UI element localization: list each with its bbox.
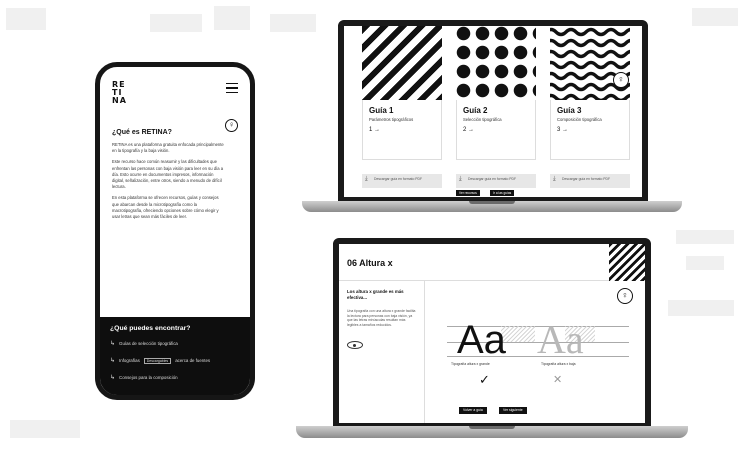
guide-card-1[interactable]: Guía 1 Parámetros tipográficos 1 → — [362, 26, 442, 168]
dots-pattern — [456, 26, 536, 100]
guide-title: Guía 1 — [369, 106, 394, 115]
list-item[interactable]: ↳ Consejos para la composición — [110, 374, 240, 381]
sidebar: Los altura x grande es más efectiva... U… — [339, 281, 425, 423]
arrow-icon: ↳ — [110, 375, 116, 381]
download-pdf-button[interactable]: Descargar guía en formato PDF — [362, 174, 442, 188]
caption-left: Tipografía altura x grande — [451, 362, 490, 366]
resources-button[interactable]: Ver recursos — [456, 190, 480, 196]
sidebar-text: Una tipografía con una altura x grande f… — [347, 309, 416, 327]
guide-card-3[interactable]: Guía 3 Composición tipográfica 3 → — [550, 26, 630, 168]
section-title: ¿Qué puedes encontrar? — [110, 325, 191, 332]
guide-link[interactable]: 2 → — [463, 127, 529, 133]
guide-title: Guía 2 — [463, 106, 488, 115]
eye-icon[interactable] — [347, 341, 363, 350]
next-button[interactable]: Ver siguiente — [499, 407, 527, 414]
list-item[interactable]: ↳ Infografías Descargables acerca de fuente… — [110, 357, 240, 364]
guides-button[interactable]: Ir a las guías — [490, 190, 515, 196]
download-pdf-button[interactable]: Descargar guía en formato PDF — [456, 174, 536, 188]
x-height-comparison: Aa Aa — [447, 310, 629, 370]
page-title: 06 Altura x — [347, 258, 393, 268]
sidebar-heading: Los altura x grande es más efectiva... — [347, 289, 404, 300]
sample-sans: Aa — [457, 318, 506, 362]
retina-logo[interactable]: RE TI NA — [112, 81, 240, 105]
arrow-icon: ↳ — [110, 341, 116, 347]
accessibility-icon[interactable]: ♀ — [225, 119, 238, 132]
page-header: 06 Altura x — [339, 244, 645, 281]
guide-title: Guía 3 — [557, 106, 582, 115]
accessibility-icon[interactable]: ♀ — [613, 72, 629, 88]
check-icon: ✓ — [479, 372, 490, 387]
guide-link[interactable]: 3 → — [557, 127, 623, 133]
guide-card-2[interactable]: Guía 2 Selección tipográfica 2 → — [456, 26, 536, 168]
intro-text: RETINA es una plataforma gratuita enfoca… — [112, 142, 224, 225]
menu-icon[interactable] — [226, 83, 238, 96]
accessibility-icon[interactable]: ♀ — [617, 288, 633, 304]
tag-pill: Descargables — [143, 357, 172, 364]
guide-subtitle: Selección tipográfica — [463, 117, 502, 122]
caption-right: Tipografía altura x baja — [541, 362, 576, 366]
phone-header: RE TI NA — [112, 81, 240, 117]
laptop-base — [296, 426, 688, 438]
back-button[interactable]: Volver a guía — [459, 407, 487, 414]
guide-link[interactable]: 1 → — [369, 127, 435, 133]
close-icon: ✕ — [553, 374, 563, 386]
intro-paragraph: En esta plataforma se ofrecen recursos, … — [112, 195, 219, 220]
guide-subtitle: Parámetros tipográficos — [369, 117, 414, 122]
sample-serif: Aa — [537, 317, 584, 362]
download-pdf-button[interactable]: Descargar guía en formato PDF — [550, 174, 630, 188]
find-section: ¿Qué puedes encontrar? ↳ Guías de selecci… — [100, 317, 250, 395]
guide-subtitle: Composición tipográfica — [557, 117, 602, 122]
waves-pattern — [550, 26, 630, 100]
list-item[interactable]: ↳ Guías de selección tipográfica — [110, 340, 240, 347]
laptop-screen-guides: Guía 1 Parámetros tipográficos 1 → Guía … — [338, 20, 648, 202]
intro-paragraph: RETINA es una plataforma gratuita enfoca… — [112, 142, 224, 154]
laptop-screen-x-height: 06 Altura x Los altura x grande es más e… — [333, 238, 651, 428]
diagonal-stripes-pattern — [609, 244, 645, 281]
phone-mockup: RE TI NA ♀ ¿Qué es RETINA? RETINA es una… — [95, 62, 255, 400]
diagonal-stripes-pattern — [362, 26, 442, 100]
laptop-base — [302, 201, 682, 212]
page-title: ¿Qué es RETINA? — [112, 129, 172, 136]
intro-paragraph: Este recurso hace común reasumir y las d… — [112, 159, 224, 190]
arrow-icon: ↳ — [110, 358, 116, 364]
